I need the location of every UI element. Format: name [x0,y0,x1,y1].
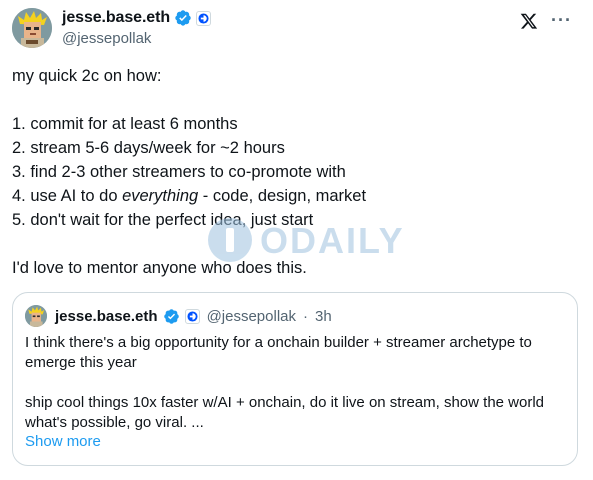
author-display-name[interactable]: jesse.base.eth [62,9,170,27]
list-item: 3. find 2-3 other streamers to co-promot… [12,163,346,181]
watermark-logo: ODAILY [208,218,403,264]
list-item: 2. stream 5-6 days/week for ~2 hours [12,139,285,157]
quoted-avatar[interactable] [25,305,47,327]
x-logo-icon[interactable] [520,12,538,30]
quoted-tweet[interactable]: jesse.base.eth @jessepollak · 3h I think… [12,292,578,466]
avatar[interactable] [12,8,52,48]
quoted-tweet-header: jesse.base.eth @jessepollak · 3h [25,305,332,327]
item4-suffix: - code, design, market [198,187,367,205]
item4-emphasis: everything [122,187,199,205]
quoted-tweet-body: I think there's a big opportunity for a … [25,333,570,433]
base-affiliate-icon[interactable] [184,308,200,324]
tweet-header: jesse.base.eth @jessepollak ··· [12,8,582,50]
author-handle[interactable]: @jessepollak [62,30,151,47]
base-affiliate-icon[interactable] [196,10,211,26]
item4-prefix: 4. use AI to do [12,187,123,205]
verified-badge-icon [175,10,191,26]
quoted-display-name[interactable]: jesse.base.eth [55,308,158,325]
tweet-card: jesse.base.eth @jessepollak ··· my quick… [0,0,593,480]
quoted-handle[interactable]: @jessepollak [207,308,296,325]
tweet-intro: my quick 2c on how: [12,67,162,85]
watermark-text: ODAILY [260,220,405,261]
quoted-paragraph-1: I think there's a big opportunity for a … [25,334,532,371]
quoted-paragraph-2: ship cool things 10x faster w/AI + oncha… [25,394,545,431]
meta-separator: · [303,307,308,325]
list-item-4: 4. use AI to do everything - code, desig… [12,184,572,208]
more-options-icon[interactable]: ··· [551,10,572,31]
author-name-row: jesse.base.eth [62,9,211,27]
show-more-link[interactable]: Show more [25,433,101,450]
quoted-timestamp[interactable]: 3h [315,308,332,325]
verified-badge-icon [163,308,179,324]
list-item: 1. commit for at least 6 months [12,115,238,133]
